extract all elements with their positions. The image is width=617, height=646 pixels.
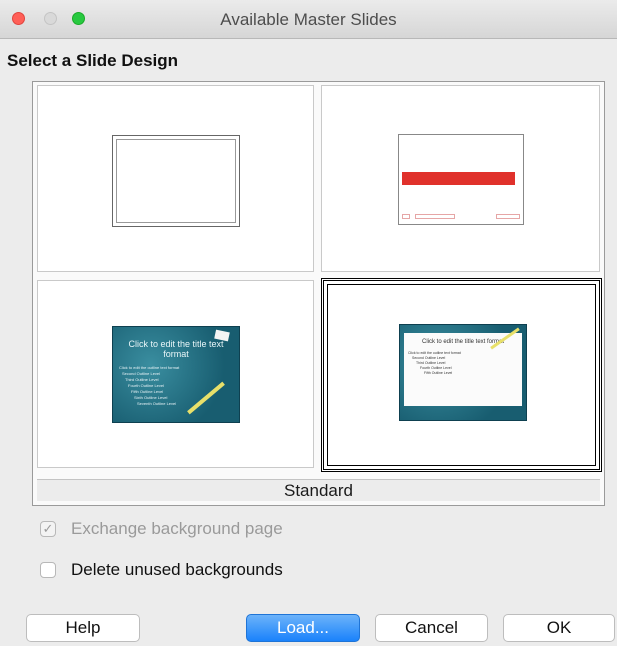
teal-slide-thumbnail: Click to edit the title text format Clic…	[112, 326, 240, 423]
section-heading: Select a Slide Design	[7, 51, 179, 70]
thumbnail-body: Click to edit the outline text format Se…	[119, 365, 179, 407]
selected-design-name: Standard	[37, 479, 600, 501]
ok-button[interactable]: OK	[503, 614, 615, 642]
load-button[interactable]: Load...	[246, 614, 360, 642]
delete-unused-checkbox[interactable]	[40, 562, 56, 578]
outline-line: Fifth Outline Level	[424, 371, 453, 375]
paper-area: Click to edit the title text format Clic…	[404, 333, 522, 406]
title-bar: Available Master Slides	[0, 0, 617, 39]
number-placeholder	[496, 214, 520, 219]
teal-light-slide-thumbnail: Click to edit the title text format Clic…	[399, 324, 527, 421]
slide-design-teal-light-selected[interactable]: Click to edit the title text format Clic…	[321, 278, 602, 472]
red-title-bar	[402, 172, 515, 185]
slide-design-blank[interactable]	[37, 85, 314, 272]
red-bar-slide-thumbnail	[398, 134, 524, 225]
slide-design-teal[interactable]: Click to edit the title text format Clic…	[37, 280, 314, 468]
delete-unused-label[interactable]: Delete unused backgrounds	[71, 560, 283, 580]
pencil-decoration	[187, 381, 225, 415]
footer-placeholder	[415, 214, 455, 219]
thumbnail-title: Click to edit the title text format	[128, 339, 224, 359]
exchange-background-checkbox: ✓	[40, 521, 56, 537]
delete-unused-option[interactable]: Delete unused backgrounds	[40, 560, 283, 580]
slide-design-red-bar[interactable]	[321, 85, 600, 272]
exchange-background-label: Exchange background page	[71, 519, 283, 538]
thumbnail-body: Click to edit the outline text format Se…	[408, 351, 461, 376]
help-button[interactable]: Help	[26, 614, 140, 642]
blank-slide-thumbnail	[112, 135, 240, 227]
outline-line: Seventh Outline Level	[137, 401, 177, 406]
date-placeholder	[402, 214, 410, 219]
cancel-button[interactable]: Cancel	[375, 614, 488, 642]
window-title: Available Master Slides	[220, 10, 397, 29]
exchange-background-option: ✓ Exchange background page	[40, 519, 283, 539]
slide-design-gallery[interactable]: Click to edit the title text format Clic…	[32, 81, 605, 506]
